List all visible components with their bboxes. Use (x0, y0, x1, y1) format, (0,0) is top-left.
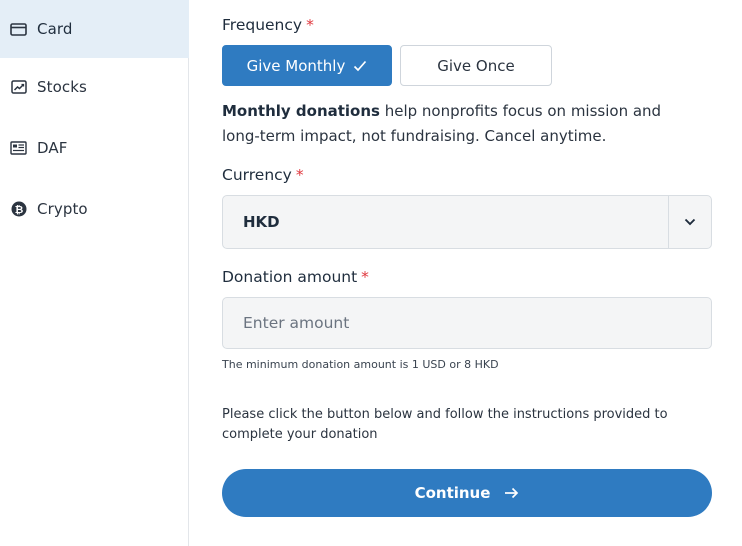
payment-method-sidebar: Card Stocks DAF ₿ Crypto (0, 0, 189, 546)
sidebar-item-label: Card (37, 20, 73, 38)
arrow-right-icon (504, 487, 519, 499)
sidebar-item-crypto[interactable]: ₿ Crypto (0, 180, 189, 238)
bitcoin-icon: ₿ (10, 201, 27, 218)
sidebar-item-card[interactable]: Card (0, 0, 189, 58)
required-mark: * (361, 268, 369, 286)
daf-document-icon (10, 140, 27, 157)
give-once-button[interactable]: Give Once (400, 45, 552, 86)
checkmark-icon (353, 60, 367, 72)
sidebar-item-label: Stocks (37, 78, 87, 96)
sidebar-item-label: Crypto (37, 200, 88, 218)
required-mark: * (295, 166, 304, 184)
chevron-down-icon[interactable] (669, 196, 711, 248)
minimum-amount-hint: The minimum donation amount is 1 USD or … (222, 358, 499, 371)
frequency-label: Frequency * (222, 16, 314, 34)
instructions-text: Please click the button below and follow… (222, 407, 668, 442)
sidebar-item-stocks[interactable]: Stocks (0, 58, 189, 116)
description-bold: Monthly donations (222, 102, 380, 120)
donation-app: Card Stocks DAF ₿ Crypto Frequency * Giv… (0, 0, 742, 546)
donation-amount-input[interactable] (222, 297, 712, 349)
sidebar-item-daf[interactable]: DAF (0, 119, 189, 177)
donation-amount-label: Donation amount * (222, 268, 369, 286)
frequency-description: Monthly donations help nonprofits focus … (222, 99, 702, 149)
sidebar-item-label: DAF (37, 139, 68, 157)
currency-select[interactable]: HKD (222, 195, 712, 249)
continue-button[interactable]: Continue (222, 469, 712, 517)
give-once-label: Give Once (437, 56, 515, 75)
give-monthly-label: Give Monthly (246, 56, 346, 75)
credit-card-icon (10, 21, 27, 38)
currency-value: HKD (243, 213, 280, 231)
give-monthly-button[interactable]: Give Monthly (222, 45, 392, 86)
currency-label: Currency * (222, 166, 304, 184)
svg-text:₿: ₿ (14, 204, 23, 216)
continue-label: Continue (414, 484, 491, 502)
required-mark: * (306, 16, 314, 34)
stock-chart-icon (10, 79, 27, 96)
